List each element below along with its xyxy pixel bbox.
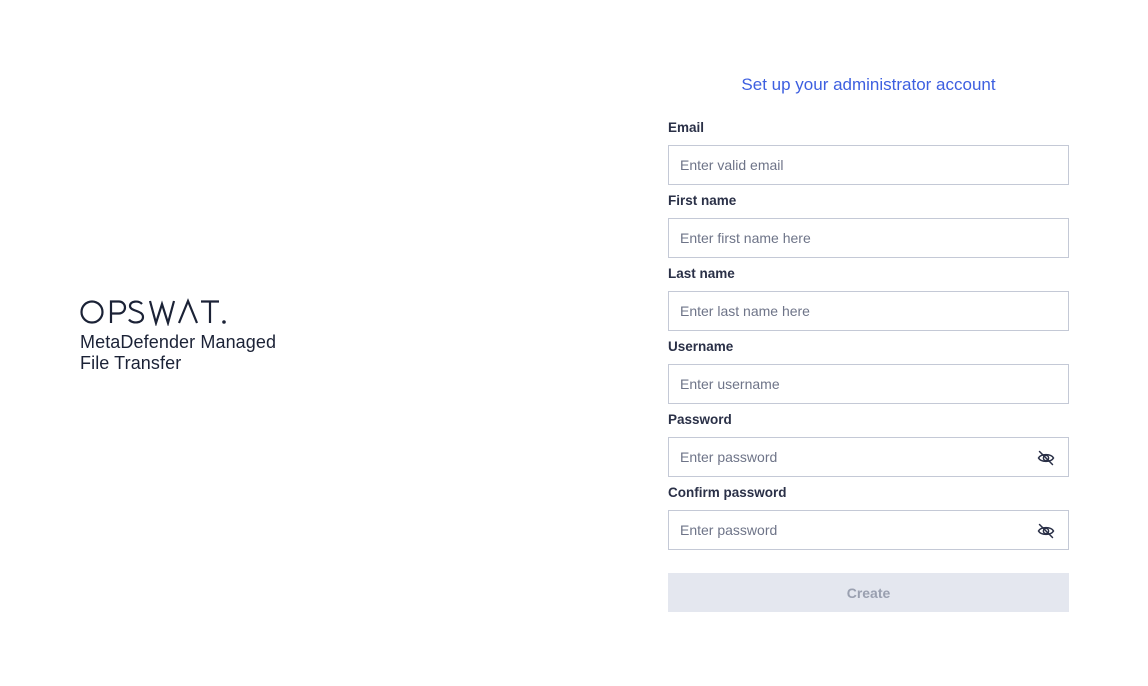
last-name-input[interactable] (669, 292, 1068, 330)
confirm-password-field-group: Confirm password (668, 485, 1069, 557)
admin-setup-form: Set up your administrator account Email … (668, 74, 1069, 612)
product-name: MetaDefender Managed File Transfer (80, 332, 276, 374)
brand-panel: MetaDefender Managed File Transfer (80, 298, 276, 374)
password-field-group: Password (668, 412, 1069, 484)
email-input-box (668, 145, 1069, 185)
email-input[interactable] (669, 146, 1068, 184)
confirm-password-input-box (668, 510, 1069, 550)
email-field-group: Email (668, 120, 1069, 192)
confirm-password-input[interactable] (669, 511, 1068, 549)
last-name-label: Last name (668, 266, 735, 281)
eye-off-icon[interactable] (1036, 521, 1056, 541)
first-name-field-group: First name (668, 193, 1069, 265)
form-title: Set up your administrator account (741, 75, 996, 94)
first-name-input[interactable] (669, 219, 1068, 257)
password-label: Password (668, 412, 732, 427)
username-label: Username (668, 339, 734, 354)
password-input[interactable] (669, 438, 1068, 476)
setup-page: MetaDefender Managed File Transfer Set u… (0, 0, 1148, 686)
opswat-logo-mark (80, 298, 226, 326)
product-name-line1: MetaDefender Managed (80, 332, 277, 352)
password-input-box (668, 437, 1069, 477)
eye-off-icon[interactable] (1036, 448, 1056, 468)
last-name-field-group: Last name (668, 266, 1069, 338)
last-name-input-box (668, 291, 1069, 331)
product-name-line2: File Transfer (80, 353, 182, 373)
create-button[interactable]: Create (668, 573, 1069, 612)
first-name-label: First name (668, 193, 737, 208)
email-label: Email (668, 120, 705, 135)
username-input[interactable] (669, 365, 1068, 403)
username-field-group: Username (668, 339, 1069, 411)
first-name-input-box (668, 218, 1069, 258)
confirm-password-label: Confirm password (668, 485, 787, 500)
opswat-logo (80, 298, 276, 326)
username-input-box (668, 364, 1069, 404)
